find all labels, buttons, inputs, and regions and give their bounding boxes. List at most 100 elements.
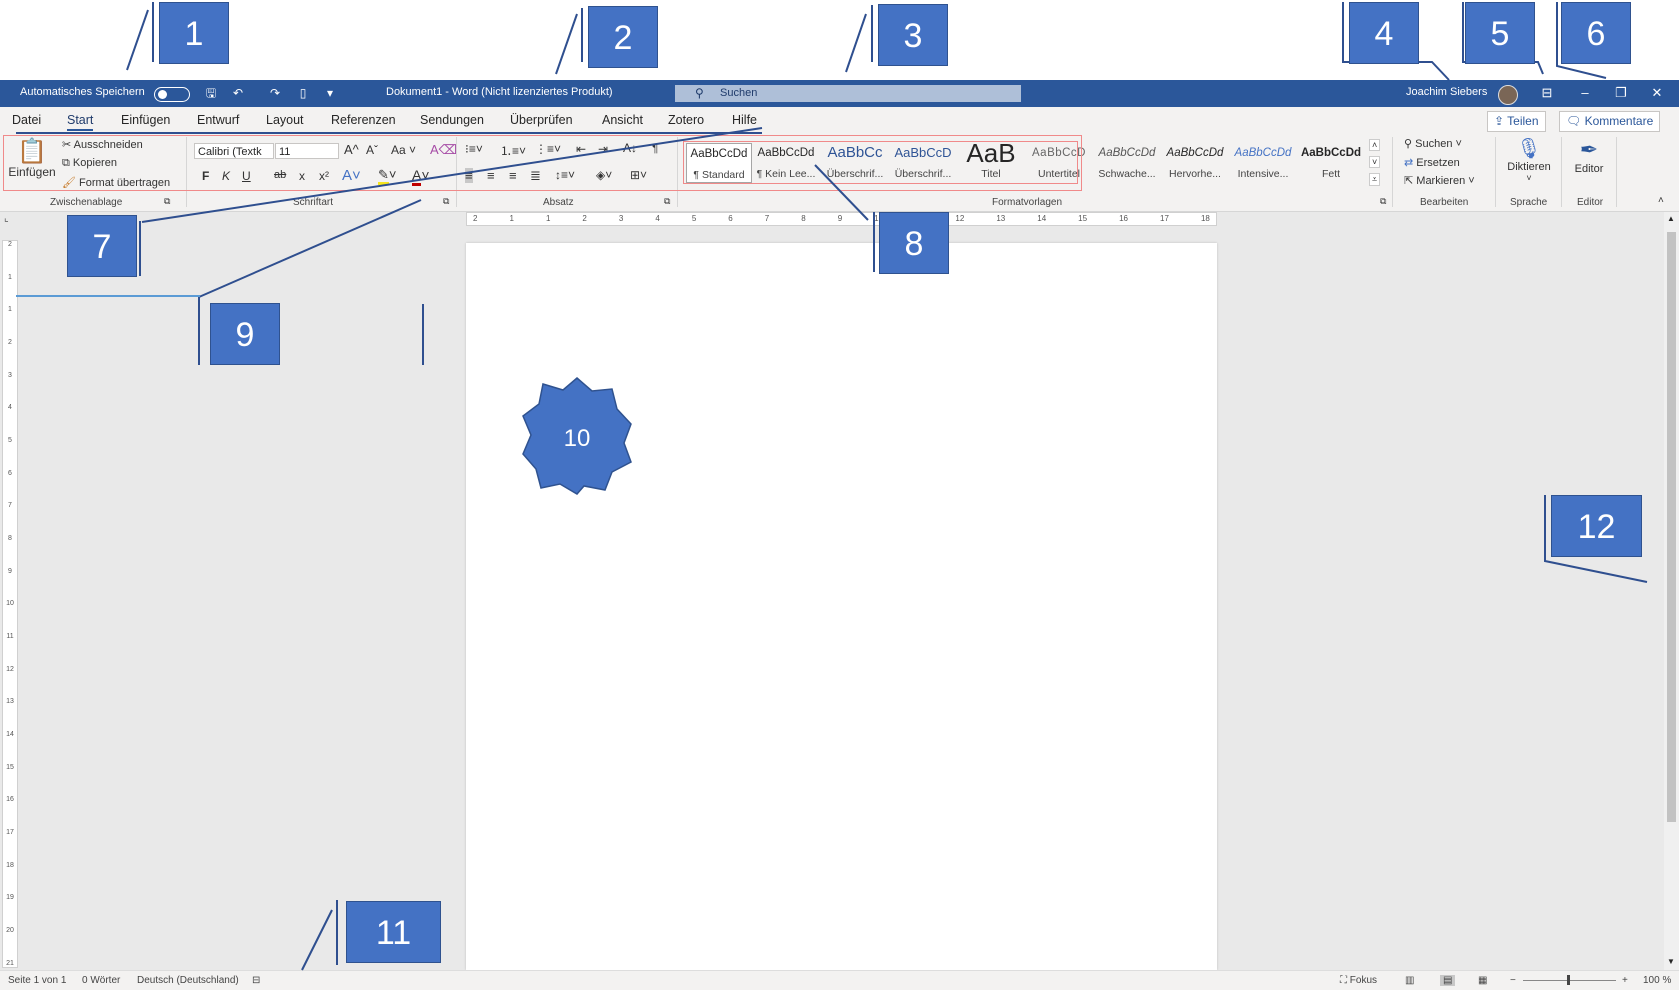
editing-group-label: Bearbeiten: [1420, 197, 1469, 208]
language[interactable]: Deutsch (Deutschland): [137, 975, 239, 986]
new-document-icon[interactable]: ▯: [295, 85, 311, 101]
page-info[interactable]: Seite 1 von 1: [8, 975, 66, 986]
web-layout-icon[interactable]: ▦: [1478, 975, 1487, 986]
ruler-tick: 9: [837, 214, 843, 223]
paragraph-launcher-icon[interactable]: ⧉: [664, 196, 670, 207]
voice-group-label: Sprache: [1510, 197, 1548, 208]
cursor-icon: ⇱: [1404, 175, 1417, 187]
avatar[interactable]: [1498, 85, 1518, 105]
ruler-tick: 15: [1078, 214, 1088, 223]
tab-ansicht[interactable]: Ansicht: [602, 113, 643, 127]
ruler-tick: 6: [8, 469, 12, 477]
tab-ueberpruefen[interactable]: Überprüfen: [510, 113, 573, 127]
dictate-button[interactable]: 🎙 Diktieren ˅: [1503, 137, 1555, 183]
clipboard-launcher-icon[interactable]: ⧉: [164, 196, 170, 207]
styles-scroll-down-icon[interactable]: ˅: [1369, 156, 1381, 168]
tab-sendungen[interactable]: Sendungen: [420, 113, 484, 127]
callout-10-star: 10: [522, 377, 632, 495]
ruler-tick: 10: [6, 600, 14, 608]
style-schwache-hervorhebung[interactable]: AaBbCcDd Schwache...: [1094, 143, 1160, 183]
styles-scroll-up-icon[interactable]: ˄: [1369, 139, 1381, 151]
callout-4: 4: [1349, 2, 1419, 64]
search-placeholder: Suchen: [720, 87, 758, 99]
focus-label: Fokus: [1349, 975, 1378, 986]
styles-more-icon[interactable]: ⩡: [1369, 173, 1381, 186]
font-launcher-icon[interactable]: ⧉: [443, 196, 449, 207]
tab-start[interactable]: Start: [67, 113, 94, 131]
tab-referenzen[interactable]: Referenzen: [331, 113, 396, 127]
zoom-level[interactable]: 100 %: [1643, 975, 1671, 986]
font-group-label: Schriftart: [293, 197, 334, 208]
print-layout-icon[interactable]: ▤: [1440, 975, 1456, 986]
search-box[interactable]: ⚲ Suchen: [675, 85, 1021, 102]
ruler-tick: 16: [6, 796, 14, 804]
minimize-icon[interactable]: –: [1575, 84, 1595, 102]
redo-icon[interactable]: ↷: [267, 85, 283, 101]
style-hervorhebung[interactable]: AaBbCcDd Hervorhe...: [1162, 143, 1228, 183]
close-icon[interactable]: ✕: [1647, 84, 1667, 102]
ruler-tick: 1: [8, 306, 12, 314]
editor-pen-icon: ✒: [1579, 137, 1599, 162]
share-button[interactable]: ⇪ Teilen: [1487, 111, 1546, 132]
tab-datei[interactable]: Datei: [12, 113, 41, 127]
ribbon-display-options-icon[interactable]: ⊟: [1537, 84, 1557, 102]
find-button[interactable]: ⚲ Suchen ˅: [1404, 137, 1462, 150]
customize-quick-access-icon[interactable]: ▾: [322, 85, 338, 101]
clipboard-group-label: Zwischenablage: [50, 197, 123, 208]
tab-einfuegen[interactable]: Einfügen: [121, 113, 170, 127]
user-name[interactable]: Joachim Siebers: [1406, 86, 1487, 98]
document-page[interactable]: [466, 243, 1217, 970]
tab-hilfe[interactable]: Hilfe: [732, 113, 757, 127]
callout-11: 11: [346, 901, 441, 963]
callout-2: 2: [588, 6, 658, 68]
save-icon[interactable]: 🖫: [203, 85, 219, 101]
scroll-up-icon[interactable]: ▲: [1667, 214, 1675, 223]
ruler-tick: 3: [8, 371, 12, 379]
scroll-down-icon[interactable]: ▼: [1667, 957, 1675, 966]
undo-icon[interactable]: ↶: [230, 85, 246, 101]
tab-entwurf[interactable]: Entwurf: [197, 113, 239, 127]
select-button[interactable]: ⇱ Markieren ˅: [1404, 174, 1475, 187]
read-mode-icon[interactable]: ▥: [1405, 975, 1414, 986]
search-icon: ⚲: [1404, 138, 1416, 150]
zoom-in-icon[interactable]: +: [1622, 975, 1628, 986]
autosave-toggle[interactable]: [154, 87, 190, 102]
chevron-down-icon: ˅: [1526, 173, 1532, 183]
styles-group-label: Formatvorlagen: [992, 197, 1063, 208]
vertical-scrollbar[interactable]: ▲ ▼: [1664, 212, 1679, 970]
find-label: Suchen: [1415, 138, 1453, 150]
callout-1: 1: [159, 2, 229, 64]
tab-layout[interactable]: Layout: [266, 113, 304, 127]
tab-selector-icon[interactable]: ⌞: [4, 213, 9, 224]
restore-icon[interactable]: ❐: [1611, 84, 1631, 102]
highlight-box: [683, 141, 1078, 184]
ruler-tick: 2: [582, 214, 587, 223]
style-fett[interactable]: AaBbCcDd Fett: [1298, 143, 1364, 183]
word-count[interactable]: 0 Wörter: [82, 975, 120, 986]
share-label: Teilen: [1507, 114, 1539, 128]
editor-button[interactable]: ✒ Editor: [1568, 137, 1610, 175]
replace-icon: ⇄: [1404, 157, 1417, 169]
ruler-tick: 8: [8, 535, 12, 543]
collapse-ribbon-icon[interactable]: ˄: [1658, 195, 1664, 206]
horizontal-ruler[interactable]: 2 1 1 2 3 4 5 6 7 8 9 10 11 12 13 14 15 …: [466, 212, 1217, 226]
microphone-icon: 🎙: [1516, 138, 1542, 160]
replace-button[interactable]: ⇄ Ersetzen: [1404, 156, 1460, 169]
focus-button[interactable]: ⛶ Fokus: [1340, 975, 1377, 986]
style-name: Intensive...: [1237, 168, 1289, 180]
zoom-slider-thumb[interactable]: [1567, 975, 1570, 985]
ruler-tick: 7: [8, 502, 12, 510]
comment-icon: 🗨: [1566, 114, 1585, 128]
ruler-tick: 14: [6, 731, 14, 739]
zoom-out-icon[interactable]: −: [1510, 975, 1516, 986]
focus-icon: ⛶: [1340, 975, 1350, 986]
comments-button[interactable]: 🗨 Kommentare: [1559, 111, 1661, 132]
ruler-tick: 17: [6, 829, 14, 837]
styles-launcher-icon[interactable]: ⧉: [1380, 196, 1386, 207]
style-intensive-hervorhebung[interactable]: AaBbCcDd Intensive...: [1230, 143, 1296, 183]
scrollbar-thumb[interactable]: [1667, 232, 1676, 822]
tab-zotero[interactable]: Zotero: [668, 113, 704, 127]
callout-5: 5: [1465, 2, 1535, 64]
accessibility-icon[interactable]: ⊟: [252, 975, 260, 986]
vertical-ruler[interactable]: 2 1 1 2 3 4 5 6 7 8 9 10 11 12 13 14 15 …: [2, 240, 18, 968]
